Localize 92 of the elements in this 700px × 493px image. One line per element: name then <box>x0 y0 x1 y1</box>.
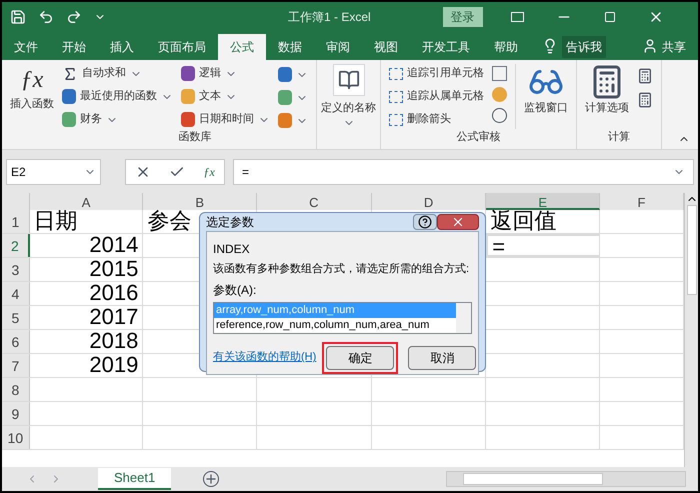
ribbon-tab[interactable]: 公式 <box>218 34 266 60</box>
button-label: 监视窗口 <box>524 100 568 116</box>
function-category-button[interactable]: 文本 <box>181 87 270 106</box>
row-header[interactable]: 5 <box>2 306 30 329</box>
button-label: 删除箭头 <box>407 112 451 128</box>
formula-value: = <box>242 164 250 181</box>
row-header[interactable]: 6 <box>2 330 30 353</box>
grid-cell[interactable]: = <box>486 234 600 257</box>
close-icon[interactable] <box>437 214 479 230</box>
function-category-icon-button[interactable] <box>278 66 308 83</box>
ribbon-tab[interactable]: 审阅 <box>314 34 362 60</box>
grid-cell[interactable]: 2014 <box>30 234 144 257</box>
grid-cell[interactable]: 2016 <box>30 282 144 305</box>
tell-me-search[interactable]: 告诉我 <box>562 36 606 58</box>
name-box[interactable]: E2 <box>6 159 101 185</box>
ribbon-display-icon[interactable] <box>510 12 524 22</box>
group-label: 函数库 <box>178 130 212 145</box>
watch-window-button[interactable]: 监视窗口 <box>524 64 576 129</box>
function-category-icon-button[interactable] <box>278 112 308 129</box>
list-label: 参数(A): <box>213 282 258 298</box>
help-icon[interactable] <box>413 214 437 230</box>
horizontal-scrollbar[interactable] <box>446 471 686 487</box>
dialog-button[interactable]: 确定 <box>326 346 394 370</box>
login-button[interactable]: 登录 <box>442 7 483 27</box>
window-title: 工作簿1 - Excel <box>288 9 371 26</box>
scrollbar-thumb[interactable] <box>686 205 696 295</box>
fx-icon: ƒx <box>20 64 44 96</box>
ribbon-tab[interactable]: 插入 <box>98 34 146 60</box>
share-user-icon[interactable] <box>642 38 658 54</box>
calculator-icon[interactable] <box>637 68 653 84</box>
ribbon-tab[interactable]: 帮助 <box>482 34 530 60</box>
arguments-list[interactable]: array,row_num,column_num reference,row_num,column_num,area_num <box>213 302 472 334</box>
dialog-title: 选定参数 <box>206 214 254 231</box>
column-header[interactable]: C <box>257 193 372 210</box>
ribbon-tab[interactable]: 开发工具 <box>410 34 482 60</box>
button-label: 计算选项 <box>585 101 629 116</box>
function-category-button[interactable]: 财务 <box>62 110 173 129</box>
function-category-button[interactable]: 最近使用的函数 <box>62 87 173 106</box>
save-icon[interactable] <box>10 9 26 25</box>
defined-names-button[interactable]: 定义的名称 <box>317 60 381 149</box>
grid-cell[interactable]: 日期 <box>30 210 144 233</box>
group-label: 计算 <box>608 130 630 144</box>
insert-function-button[interactable]: ƒx 插入函数 <box>6 64 58 129</box>
ribbon-tab[interactable]: 数据 <box>266 34 314 60</box>
row-header[interactable]: 3 <box>2 258 30 281</box>
button-label: 定义的名称 <box>321 100 376 116</box>
button-label: 追踪引用单元格 <box>407 66 484 82</box>
row-header[interactable]: 10 <box>2 426 30 449</box>
row-header[interactable]: 9 <box>2 402 30 425</box>
ribbon-tab[interactable]: 视图 <box>362 34 410 60</box>
function-name: INDEX <box>213 241 251 258</box>
scrollbar-thumb[interactable] <box>463 473 603 485</box>
name-box-value: E2 <box>11 164 26 181</box>
row-header[interactable]: 2 <box>2 234 30 257</box>
help-link[interactable]: 有关该函数的帮助(H) <box>213 349 316 366</box>
add-sheet-icon[interactable] <box>203 471 220 487</box>
grid-cell[interactable]: 2019 <box>30 354 144 377</box>
formula-input[interactable]: = <box>233 159 694 185</box>
ribbon-tab[interactable]: 页面布局 <box>146 34 218 60</box>
sheet-tab[interactable]: Sheet1 <box>98 468 172 490</box>
redo-icon[interactable] <box>66 9 82 25</box>
grid-cell[interactable]: 2015 <box>30 258 144 281</box>
ribbon-tab[interactable]: 文件 <box>2 34 50 60</box>
function-category-button[interactable]: 自动求和 <box>62 64 173 83</box>
argument-option[interactable]: reference,row_num,column_num,area_num <box>214 318 456 332</box>
column-header[interactable]: A <box>30 193 144 210</box>
row-header[interactable]: 7 <box>2 354 30 377</box>
maximize-icon[interactable] <box>604 11 616 23</box>
button-label: 插入函数 <box>10 97 54 112</box>
ribbon-tab[interactable]: 开始 <box>50 34 98 60</box>
row-header[interactable]: 8 <box>2 378 30 401</box>
calculator-icon[interactable] <box>637 92 653 108</box>
grid-cell[interactable]: 2018 <box>30 330 144 353</box>
row-header[interactable]: 4 <box>2 282 30 305</box>
row-header[interactable]: 1 <box>2 210 30 233</box>
function-category-button[interactable]: 逻辑 <box>181 64 270 83</box>
audit-button[interactable]: 追踪引用单元格 <box>389 64 484 83</box>
dialog-description: 该函数有多种参数组合方式，请选定所需的组合方式: <box>213 262 470 277</box>
dialog-button[interactable]: 取消 <box>408 346 476 370</box>
column-header[interactable]: B <box>143 193 258 210</box>
button-label: 追踪从属单元格 <box>407 88 484 104</box>
column-header[interactable]: E <box>486 193 600 210</box>
calculation-options-button[interactable]: 计算选项 <box>585 64 629 128</box>
audit-button[interactable]: 删除箭头 <box>389 110 484 129</box>
group-label: 公式审核 <box>456 130 500 145</box>
share-button[interactable]: 共享 <box>658 34 698 60</box>
function-category-icon-button[interactable] <box>278 89 308 106</box>
audit-button[interactable]: 追踪从属单元格 <box>389 87 484 106</box>
insert-function-icon[interactable]: ƒx <box>204 163 215 181</box>
function-category-button[interactable]: 日期和时间 <box>181 110 270 129</box>
grid-cell[interactable]: 2017 <box>30 306 144 329</box>
undo-icon[interactable] <box>38 9 54 25</box>
